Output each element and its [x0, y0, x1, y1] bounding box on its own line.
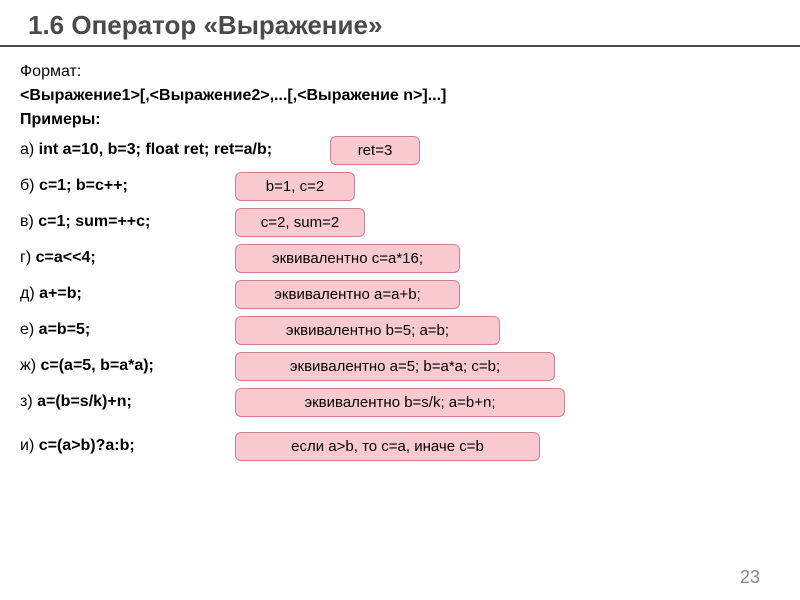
- example-prefix: е): [20, 321, 39, 338]
- result-callout: эквивалентно b=5; a=b;: [235, 316, 500, 345]
- example-row: б) c=1; b=c++; b=1, c=2: [20, 171, 800, 201]
- example-row: в) c=1; sum=++c; c=2, sum=2: [20, 207, 800, 237]
- result-callout: эквивалентно c=a*16;: [235, 244, 460, 273]
- examples-label: Примеры:: [20, 111, 800, 129]
- example-code-text: a=(b=s/k)+n;: [37, 393, 132, 410]
- example-code-text: c=1; sum=++c;: [38, 213, 150, 230]
- example-code-text: c=(a>b)?a:b;: [39, 437, 135, 454]
- example-prefix: ж): [20, 357, 40, 374]
- result-callout: c=2, sum=2: [235, 208, 365, 237]
- example-code-text: c=(a=5, b=a*a);: [40, 357, 153, 374]
- example-row: д) a+=b; эквивалентно a=a+b;: [20, 279, 800, 309]
- example-prefix: д): [20, 285, 39, 302]
- example-code: а) int a=10, b=3; float ret; ret=a/b;: [20, 141, 330, 159]
- example-row: е) a=b=5; эквивалентно b=5; a=b;: [20, 315, 800, 345]
- example-prefix: з): [20, 393, 37, 410]
- example-code: з) a=(b=s/k)+n;: [20, 393, 235, 411]
- example-code-text: c=a<<4;: [36, 249, 96, 266]
- example-code: ж) c=(a=5, b=a*a);: [20, 357, 235, 375]
- example-prefix: и): [20, 437, 39, 454]
- example-row: ж) c=(a=5, b=a*a); эквивалентно a=5; b=a…: [20, 351, 800, 381]
- example-code: в) c=1; sum=++c;: [20, 213, 235, 231]
- format-label: Формат:: [20, 63, 800, 81]
- example-row: а) int a=10, b=3; float ret; ret=a/b; re…: [20, 135, 800, 165]
- page-number: 23: [740, 567, 760, 588]
- example-code-text: c=1; b=c++;: [39, 177, 128, 194]
- example-code-text: int a=10, b=3; float ret; ret=a/b;: [39, 141, 272, 158]
- result-callout: эквивалентно b=s/k; a=b+n;: [235, 388, 565, 417]
- result-callout: ret=3: [330, 136, 420, 165]
- result-callout: эквивалентно a=5; b=a*a; c=b;: [235, 352, 555, 381]
- result-callout: если a>b, то c=a, иначе c=b: [235, 432, 540, 461]
- example-code: и) c=(a>b)?a:b;: [20, 437, 235, 455]
- example-row: з) a=(b=s/k)+n; эквивалентно b=s/k; a=b+…: [20, 387, 800, 417]
- slide-title: 1.6 Оператор «Выражение»: [0, 0, 800, 47]
- result-callout: эквивалентно a=a+b;: [235, 280, 460, 309]
- example-code: г) c=a<<4;: [20, 249, 235, 267]
- slide-body: Формат: <Выражение1>[,<Выражение2>,...[,…: [0, 47, 800, 461]
- example-prefix: г): [20, 249, 36, 266]
- example-prefix: а): [20, 141, 39, 158]
- example-row: г) c=a<<4; эквивалентно c=a*16;: [20, 243, 800, 273]
- result-callout: b=1, c=2: [235, 172, 355, 201]
- example-code-text: a=b=5;: [39, 321, 91, 338]
- example-code: б) c=1; b=c++;: [20, 177, 235, 195]
- format-syntax: <Выражение1>[,<Выражение2>,...[,<Выражен…: [20, 87, 800, 105]
- example-prefix: б): [20, 177, 39, 194]
- example-prefix: в): [20, 213, 38, 230]
- example-code: е) a=b=5;: [20, 321, 235, 339]
- example-row: и) c=(a>b)?a:b; если a>b, то c=a, иначе …: [20, 431, 800, 461]
- example-code: д) a+=b;: [20, 285, 235, 303]
- example-code-text: a+=b;: [39, 285, 82, 302]
